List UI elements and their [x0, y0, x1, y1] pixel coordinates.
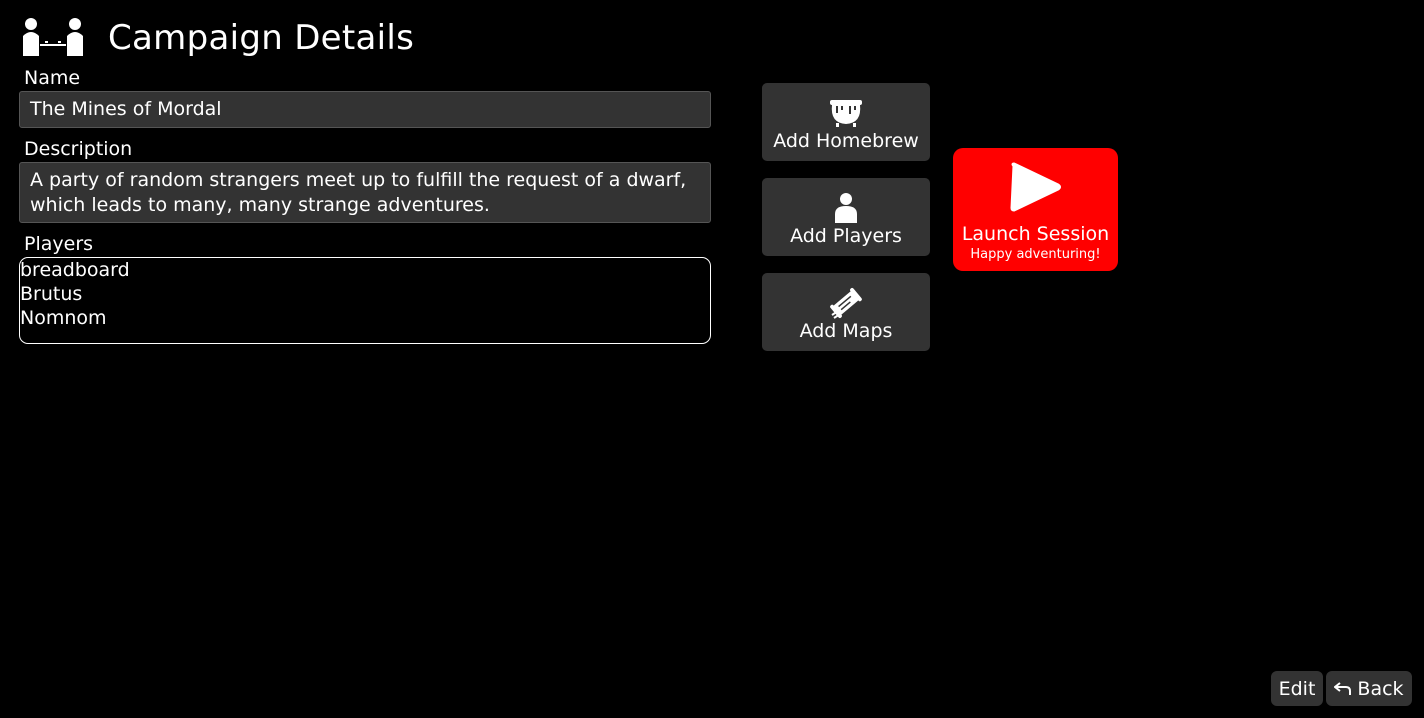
- page-header: Campaign Details: [20, 10, 414, 66]
- description-line: which leads to many, many strange advent…: [30, 194, 490, 216]
- player-item[interactable]: Nomnom: [20, 306, 710, 330]
- players-list[interactable]: breadboard Brutus Nomnom: [19, 257, 711, 344]
- back-button[interactable]: Back: [1326, 671, 1412, 706]
- description-field[interactable]: A party of random strangers meet up to f…: [19, 162, 711, 223]
- players-at-table-icon: [23, 18, 83, 56]
- name-label: Name: [24, 67, 81, 89]
- edit-button[interactable]: Edit: [1271, 671, 1323, 706]
- add-players-label: Add Players: [790, 225, 902, 247]
- person-icon: [835, 193, 857, 223]
- player-item[interactable]: Brutus: [20, 282, 710, 306]
- launch-session-label: Launch Session: [961, 223, 1110, 245]
- add-homebrew-label: Add Homebrew: [773, 130, 919, 152]
- undo-arrow-icon: [1334, 681, 1352, 695]
- description-line: A party of random strangers meet up to f…: [30, 169, 687, 191]
- launch-session-button[interactable]: Launch Session Happy adventuring!: [953, 148, 1118, 271]
- cauldron-icon: [830, 100, 862, 127]
- description-label: Description: [24, 138, 133, 160]
- add-maps-label: Add Maps: [799, 320, 893, 342]
- player-item[interactable]: breadboard: [20, 258, 710, 282]
- add-homebrew-button[interactable]: Add Homebrew: [762, 83, 930, 161]
- back-label: Back: [1357, 677, 1404, 700]
- scroll-icon: [830, 288, 862, 319]
- play-icon: [1010, 162, 1061, 212]
- add-players-button[interactable]: Add Players: [762, 178, 930, 256]
- name-field[interactable]: The Mines of Mordal: [19, 91, 711, 128]
- add-maps-button[interactable]: Add Maps: [762, 273, 930, 351]
- players-label: Players: [24, 233, 94, 255]
- launch-session-subtitle: Happy adventuring!: [970, 247, 1101, 262]
- edit-label: Edit: [1278, 677, 1316, 700]
- page-title: Campaign Details: [108, 18, 415, 58]
